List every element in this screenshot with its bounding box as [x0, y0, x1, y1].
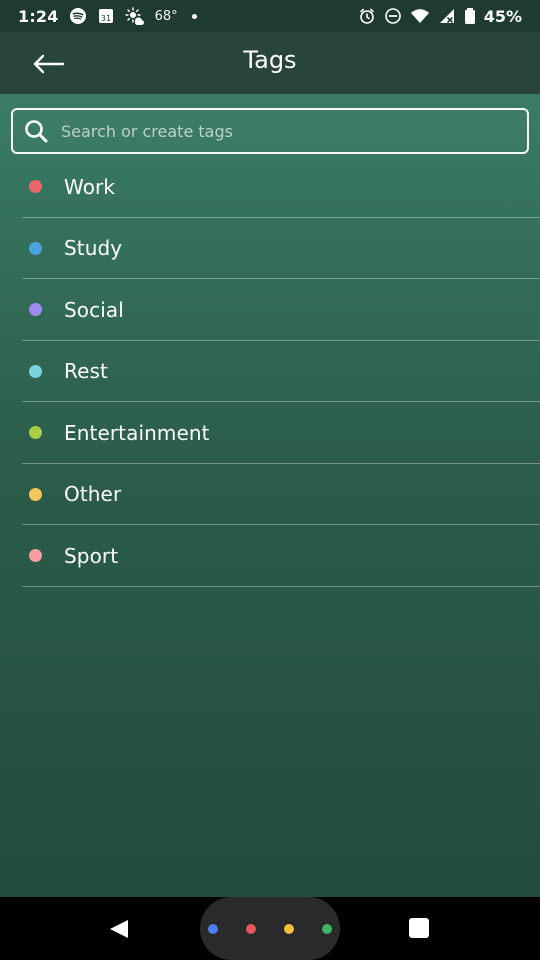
navigation-bar	[0, 897, 540, 960]
tag-label: Work	[64, 174, 116, 199]
tag-row-entertainment[interactable]: Entertainment	[0, 402, 540, 464]
svg-text:31: 31	[101, 14, 111, 23]
tag-color-dot	[29, 549, 42, 563]
status-time: 1:24	[18, 6, 59, 26]
page-title: Tags	[243, 46, 297, 74]
wifi-icon	[410, 8, 430, 24]
alarm-icon	[358, 7, 376, 25]
tag-label: Study	[64, 236, 123, 261]
search-input[interactable]	[59, 120, 503, 142]
tag-list: Work Study Social Rest Entertainment Oth…	[0, 156, 540, 587]
calendar-icon: 31	[97, 7, 115, 25]
tag-color-dot	[29, 303, 42, 317]
tag-color-dot	[29, 364, 42, 378]
do-not-disturb-icon	[384, 7, 402, 25]
tag-row-work[interactable]: Work	[0, 156, 540, 218]
nav-back-icon[interactable]	[108, 919, 132, 939]
home-dot-red	[246, 923, 256, 934]
home-dot-green	[322, 923, 332, 934]
google-home-icon[interactable]	[200, 897, 340, 960]
home-dot-yellow	[284, 923, 294, 934]
tag-label: Other	[64, 482, 122, 507]
spotify-icon	[69, 7, 87, 25]
search-icon	[25, 120, 48, 143]
tag-label: Rest	[64, 359, 108, 384]
weather-icon	[124, 7, 145, 25]
status-right: 45%	[358, 7, 522, 26]
content-area: Work Study Social Rest Entertainment Oth…	[0, 94, 540, 897]
status-bar: 1:24 31 68° 45%	[0, 0, 540, 32]
tag-row-other[interactable]: Other	[0, 464, 540, 526]
battery-percentage: 45%	[483, 6, 522, 26]
tag-color-dot	[29, 487, 42, 501]
tag-label: Social	[64, 297, 124, 322]
search-field[interactable]	[11, 108, 529, 154]
tag-color-dot	[29, 426, 42, 440]
notification-dot	[191, 13, 197, 19]
tag-row-rest[interactable]: Rest	[0, 341, 540, 403]
tag-label: Entertainment	[64, 420, 210, 445]
top-app-bar: Tags	[0, 32, 540, 94]
tag-row-social[interactable]: Social	[0, 279, 540, 341]
tag-row-study[interactable]: Study	[0, 218, 540, 280]
battery-icon	[464, 7, 476, 25]
tag-label: Sport	[64, 543, 119, 568]
status-left: 1:24 31 68°	[18, 7, 197, 26]
tag-color-dot	[29, 241, 42, 255]
tag-color-dot	[29, 180, 42, 194]
cellular-icon	[438, 8, 456, 24]
home-dot-blue	[208, 923, 218, 934]
status-temperature: 68°	[154, 8, 178, 24]
tag-row-sport[interactable]: Sport	[0, 525, 540, 587]
recents-icon[interactable]	[409, 918, 429, 938]
